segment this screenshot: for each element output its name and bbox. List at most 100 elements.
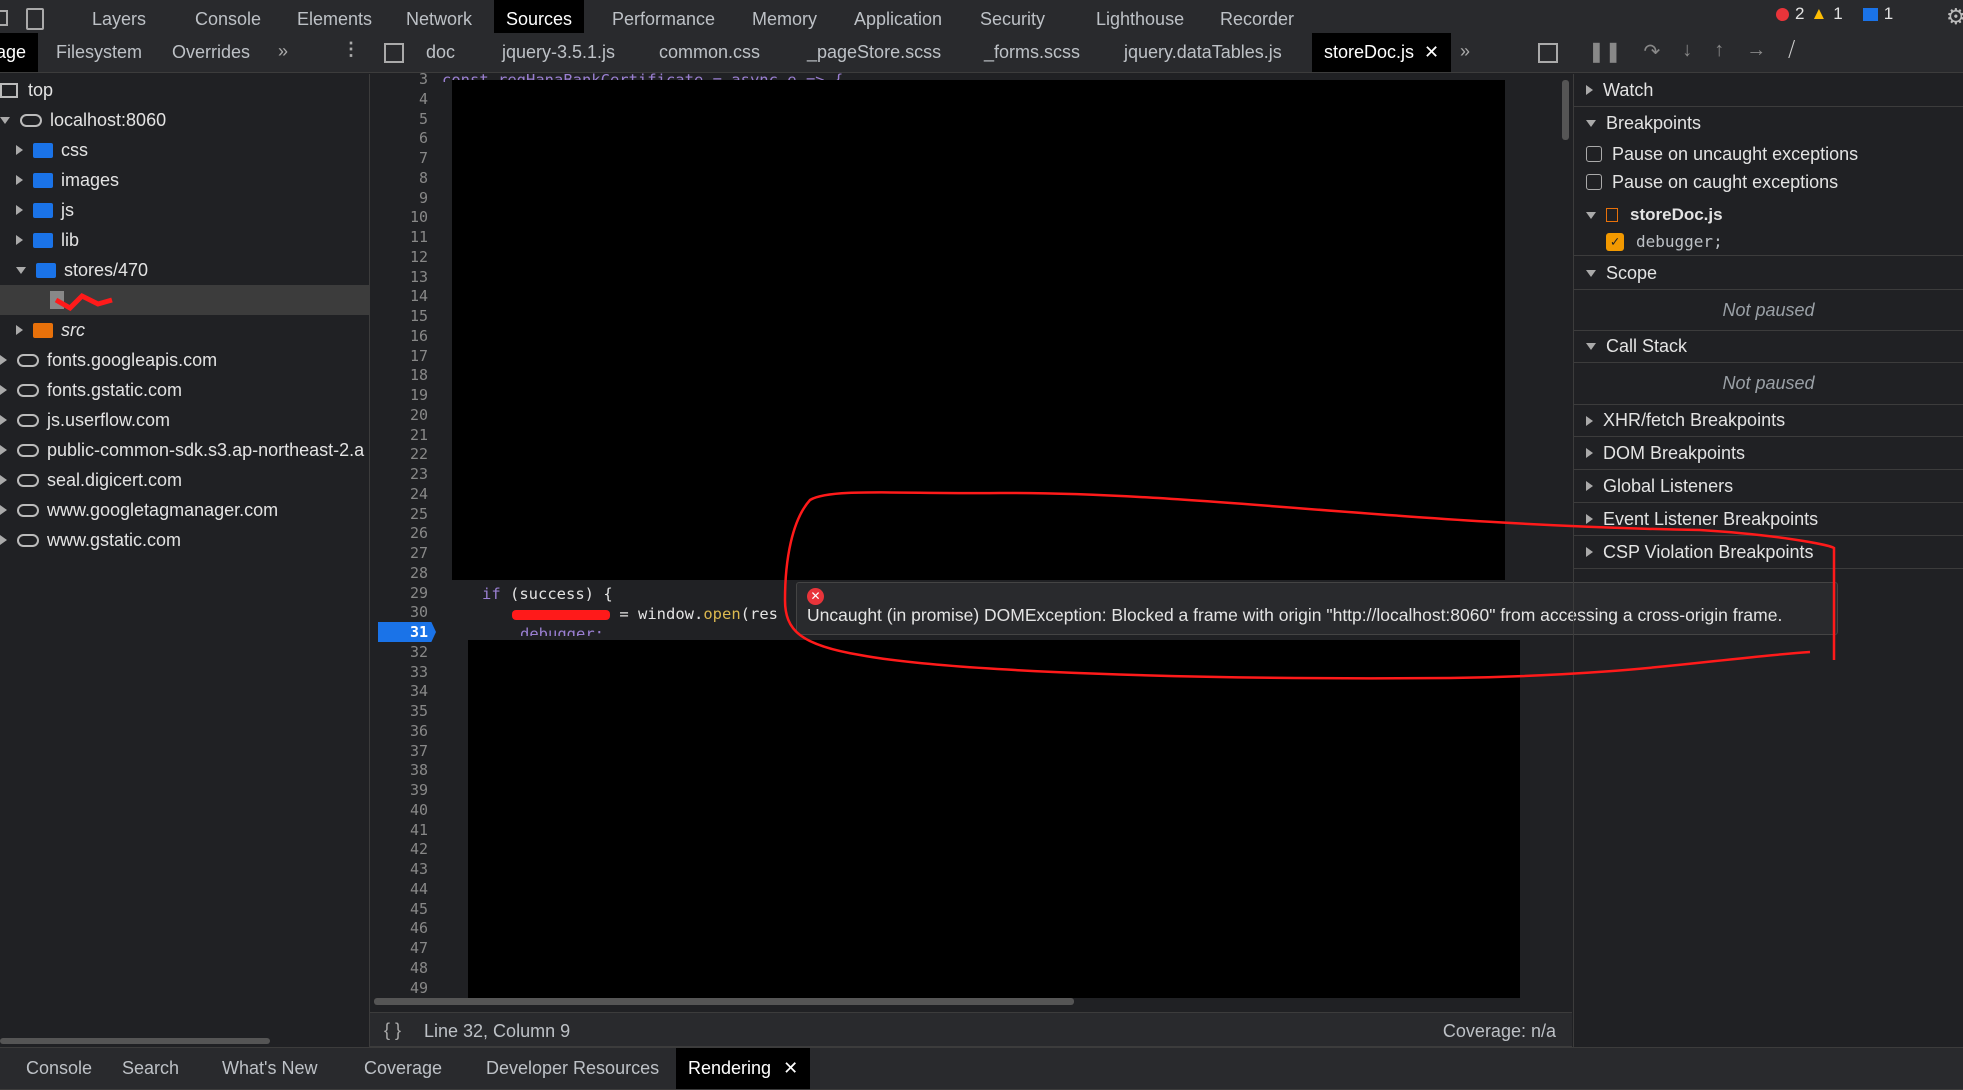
- pretty-print-icon[interactable]: { }: [384, 1020, 401, 1041]
- horizontal-scrollbar[interactable]: [0, 1038, 270, 1044]
- line-number[interactable]: 43: [378, 859, 436, 879]
- tree-item[interactable]: stores/470: [16, 255, 148, 285]
- line-number[interactable]: 44: [378, 879, 436, 899]
- tree-item[interactable]: js: [16, 195, 74, 225]
- file-tab[interactable]: _pageStore.scss: [795, 33, 953, 72]
- line-number[interactable]: 33: [378, 662, 436, 682]
- line-number[interactable]: 41: [378, 820, 436, 840]
- pause-uncaught-checkbox[interactable]: Pause on uncaught exceptions: [1574, 140, 1963, 168]
- drawer-tab[interactable]: Search: [110, 1048, 191, 1089]
- line-number[interactable]: 18: [378, 365, 436, 385]
- watch-section[interactable]: Watch: [1574, 74, 1963, 107]
- tree-item[interactable]: fonts.googleapis.com: [0, 345, 217, 375]
- line-number[interactable]: 8: [378, 168, 436, 188]
- line-number[interactable]: 40: [378, 800, 436, 820]
- line-number[interactable]: 32: [378, 642, 436, 662]
- line-number[interactable]: 14: [378, 286, 436, 306]
- line-number[interactable]: 16: [378, 326, 436, 346]
- line-gutter[interactable]: 3 4 5 6 7 8 9 10 11 12 13 14 15 16 17 18 19 20 21 22 23 24 25 2…: [370, 70, 436, 997]
- breakpoint-file[interactable]: storeDoc.js: [1574, 200, 1963, 230]
- line-number[interactable]: 36: [378, 721, 436, 741]
- line-number[interactable]: 45: [378, 899, 436, 919]
- kebab-menu-icon[interactable]: ⋮: [342, 39, 360, 60]
- line-number[interactable]: 48: [378, 958, 436, 978]
- inspect-icon[interactable]: [0, 10, 8, 26]
- line-number[interactable]: 20: [378, 405, 436, 425]
- settings-gear-icon[interactable]: ⚙: [1946, 4, 1963, 30]
- line-number[interactable]: 27: [378, 543, 436, 563]
- debugger-section[interactable]: XHR/fetch Breakpoints: [1574, 404, 1963, 437]
- tree-item[interactable]: js.userflow.com: [0, 405, 170, 435]
- tree-item[interactable]: public-common-sdk.s3.ap-northeast-2.a: [0, 435, 364, 465]
- horizontal-scrollbar[interactable]: [374, 998, 1074, 1005]
- line-number[interactable]: 9: [378, 188, 436, 208]
- line-number[interactable]: 39: [378, 780, 436, 800]
- tree-item[interactable]: localhost:8060: [0, 105, 166, 135]
- file-tab[interactable]: common.css: [647, 33, 772, 72]
- pause-icon[interactable]: ❚❚: [1588, 39, 1622, 64]
- nav-tab-age[interactable]: age: [0, 33, 39, 72]
- line-number[interactable]: 49: [378, 978, 436, 998]
- close-tab-icon[interactable]: ✕: [783, 1058, 798, 1079]
- tree-item[interactable]: lib: [16, 225, 79, 255]
- file-tab[interactable]: _forms.scss: [972, 33, 1092, 72]
- line-number[interactable]: 11: [378, 227, 436, 247]
- line-number[interactable]: 37: [378, 741, 436, 761]
- line-number[interactable]: 4: [378, 89, 436, 109]
- breakpoints-section[interactable]: Breakpoints: [1574, 107, 1963, 140]
- drawer-tab[interactable]: Coverage: [352, 1048, 454, 1089]
- pause-caught-checkbox[interactable]: Pause on caught exceptions: [1574, 168, 1963, 196]
- file-tab[interactable]: jquery-3.5.1.js: [490, 33, 627, 72]
- drawer-tab[interactable]: What's New: [210, 1048, 329, 1089]
- line-number[interactable]: 28: [378, 563, 436, 583]
- line-number[interactable]: 13: [378, 267, 436, 287]
- drawer-tab[interactable]: Rendering ✕: [676, 1048, 811, 1089]
- tree-item[interactable]: [50, 285, 72, 315]
- call-stack-section[interactable]: Call Stack: [1574, 330, 1963, 363]
- line-number[interactable]: 24: [378, 484, 436, 504]
- line-number[interactable]: 38: [378, 760, 436, 780]
- file-tab[interactable]: storeDoc.js ✕: [1312, 33, 1452, 72]
- step-into-icon[interactable]: ↓: [1682, 39, 1692, 64]
- tree-item[interactable]: fonts.gstatic.com: [0, 375, 182, 405]
- toggle-debugger-icon[interactable]: [1538, 43, 1558, 63]
- line-number[interactable]: 5: [378, 109, 436, 129]
- line-number[interactable]: 47: [378, 938, 436, 958]
- toggle-navigator-icon[interactable]: [384, 43, 404, 63]
- drawer-tab[interactable]: Console: [14, 1048, 104, 1089]
- debugger-section[interactable]: DOM Breakpoints: [1574, 437, 1963, 470]
- line-number[interactable]: 3: [378, 69, 436, 89]
- line-number[interactable]: 7: [378, 148, 436, 168]
- line-number[interactable]: 6: [378, 128, 436, 148]
- nav-tab-overrides[interactable]: Overrides: [160, 33, 262, 72]
- line-number[interactable]: 15: [378, 306, 436, 326]
- line-number[interactable]: 42: [378, 839, 436, 859]
- line-number[interactable]: 21: [378, 425, 436, 445]
- device-toggle-icon[interactable]: [26, 8, 44, 30]
- more-tabs-chevron-icon[interactable]: »: [278, 41, 288, 62]
- tree-item[interactable]: src: [16, 315, 85, 345]
- step-icon[interactable]: →: [1746, 39, 1766, 64]
- vertical-scrollbar[interactable]: [1562, 80, 1569, 140]
- tree-item[interactable]: www.gstatic.com: [0, 525, 181, 555]
- line-number[interactable]: 17: [378, 346, 436, 366]
- debugger-section[interactable]: Global Listeners: [1574, 470, 1963, 503]
- tree-item[interactable]: css: [16, 135, 88, 165]
- line-number[interactable]: 31: [378, 622, 436, 642]
- line-number[interactable]: 19: [378, 385, 436, 405]
- line-number[interactable]: 22: [378, 444, 436, 464]
- line-number[interactable]: 30: [378, 602, 436, 622]
- line-number[interactable]: 29: [378, 583, 436, 603]
- close-tab-icon[interactable]: ✕: [1424, 42, 1439, 63]
- tree-item[interactable]: seal.digicert.com: [0, 465, 182, 495]
- drawer-tab[interactable]: Developer Resources: [474, 1048, 671, 1089]
- step-out-icon[interactable]: ↑: [1714, 39, 1724, 64]
- code-editor[interactable]: 3 4 5 6 7 8 9 10 11 12 13 14 15 16 17 18 19 20 21 22 23 24 25 2…: [370, 70, 1572, 1012]
- line-number[interactable]: 23: [378, 464, 436, 484]
- scope-section[interactable]: Scope: [1574, 257, 1963, 290]
- deactivate-breakpoints-icon[interactable]: ⧸: [1788, 39, 1795, 64]
- file-tab[interactable]: jquery.dataTables.js: [1112, 33, 1294, 72]
- tree-item[interactable]: top: [0, 75, 53, 105]
- file-tab[interactable]: doc: [414, 33, 467, 72]
- line-number[interactable]: 34: [378, 681, 436, 701]
